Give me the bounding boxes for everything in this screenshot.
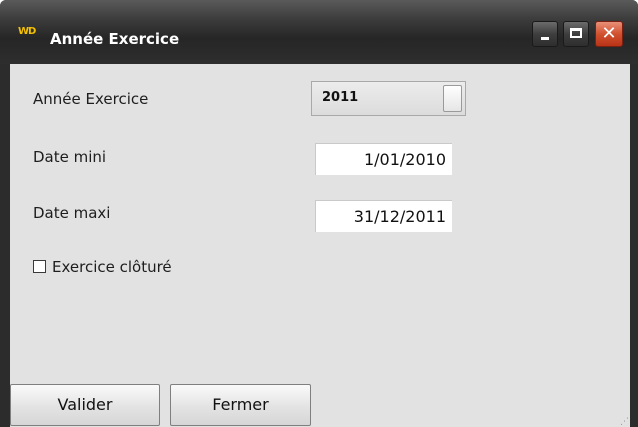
close-icon: ✕: [601, 23, 617, 44]
exercice-closed-label[interactable]: Exercice clôturé: [52, 258, 172, 276]
dialog-body: Année Exercice 2011 Date mini 1/01/2010 …: [10, 64, 630, 427]
year-value: 2011: [322, 90, 359, 105]
year-spin-button[interactable]: [443, 85, 462, 112]
resize-grip-icon[interactable]: ⋰: [620, 417, 629, 427]
windev-app-icon: WD: [18, 26, 36, 37]
date-min-input[interactable]: 1/01/2010: [315, 143, 452, 175]
maximize-button[interactable]: [563, 21, 589, 47]
close-window-button[interactable]: ✕: [595, 21, 623, 47]
minimize-icon: [541, 37, 549, 40]
year-label: Année Exercice: [33, 90, 149, 108]
date-min-label: Date mini: [33, 148, 107, 166]
maximize-icon: [570, 28, 582, 38]
dialog-window: WD Année Exercice ✕ Année Exercice 2011 …: [0, 0, 638, 427]
title-bar[interactable]: WD Année Exercice ✕: [0, 0, 638, 64]
year-spinner[interactable]: 2011: [311, 81, 466, 116]
window-title: Année Exercice: [50, 30, 180, 48]
date-max-input[interactable]: 31/12/2011: [315, 200, 452, 232]
minimize-button[interactable]: [532, 21, 558, 47]
close-button[interactable]: Fermer: [170, 384, 311, 426]
validate-button[interactable]: Valider: [10, 384, 160, 426]
exercice-closed-checkbox[interactable]: [33, 260, 46, 273]
date-max-label: Date maxi: [33, 204, 111, 222]
